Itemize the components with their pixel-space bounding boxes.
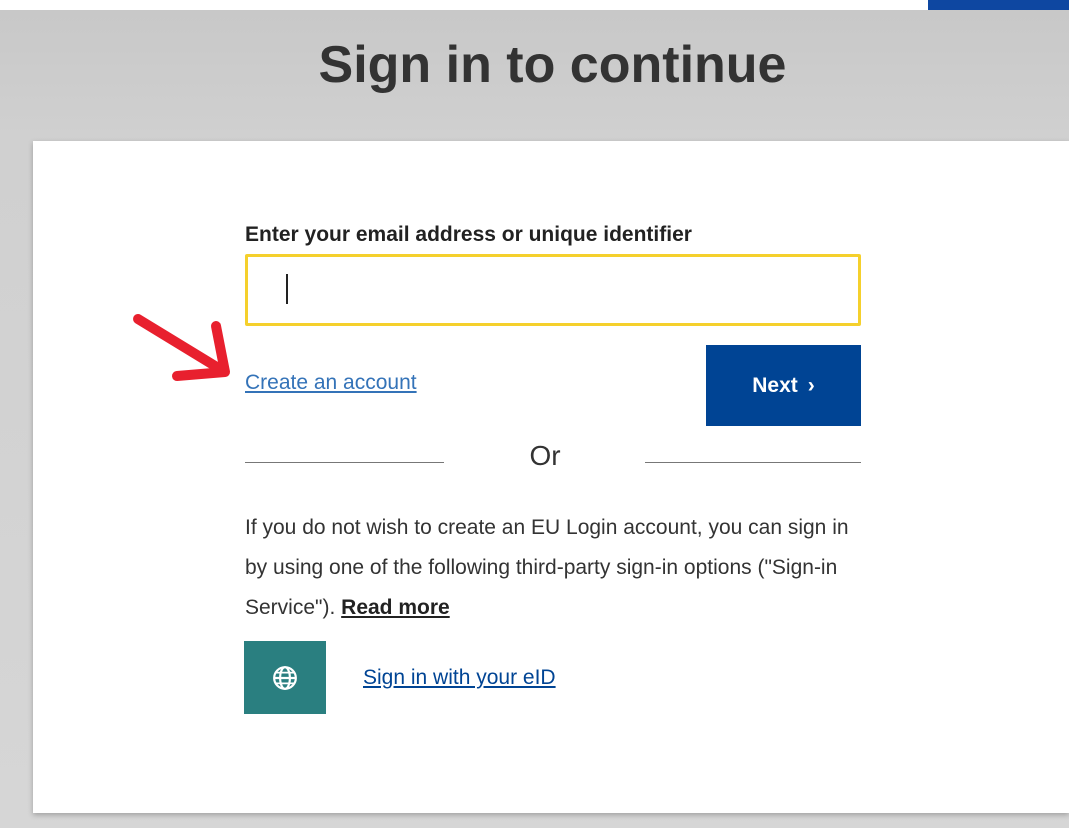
sign-in-eid-link[interactable]: Sign in with your eID [363, 665, 556, 691]
third-party-info-text: If you do not wish to create an EU Login… [245, 516, 849, 619]
eid-icon-button[interactable] [244, 641, 326, 714]
top-strip [0, 0, 1069, 10]
identifier-input[interactable] [245, 254, 861, 326]
read-more-link[interactable]: Read more [341, 596, 450, 619]
third-party-info: If you do not wish to create an EU Login… [245, 508, 865, 628]
globe-icon [273, 665, 297, 690]
next-button-label: Next [752, 373, 798, 397]
top-corner-banner [928, 0, 1069, 10]
next-button[interactable]: Next › [706, 345, 861, 426]
divider-left [245, 462, 444, 463]
chevron-right-icon: › [807, 373, 815, 397]
red-arrow-annotation-icon [133, 314, 230, 381]
divider-right [645, 462, 861, 463]
page-title: Sign in to continue [318, 36, 787, 94]
create-account-link[interactable]: Create an account [245, 370, 417, 396]
identifier-label: Enter your email address or unique ident… [245, 223, 692, 246]
text-caret [286, 274, 288, 304]
or-label: Or [529, 440, 561, 471]
